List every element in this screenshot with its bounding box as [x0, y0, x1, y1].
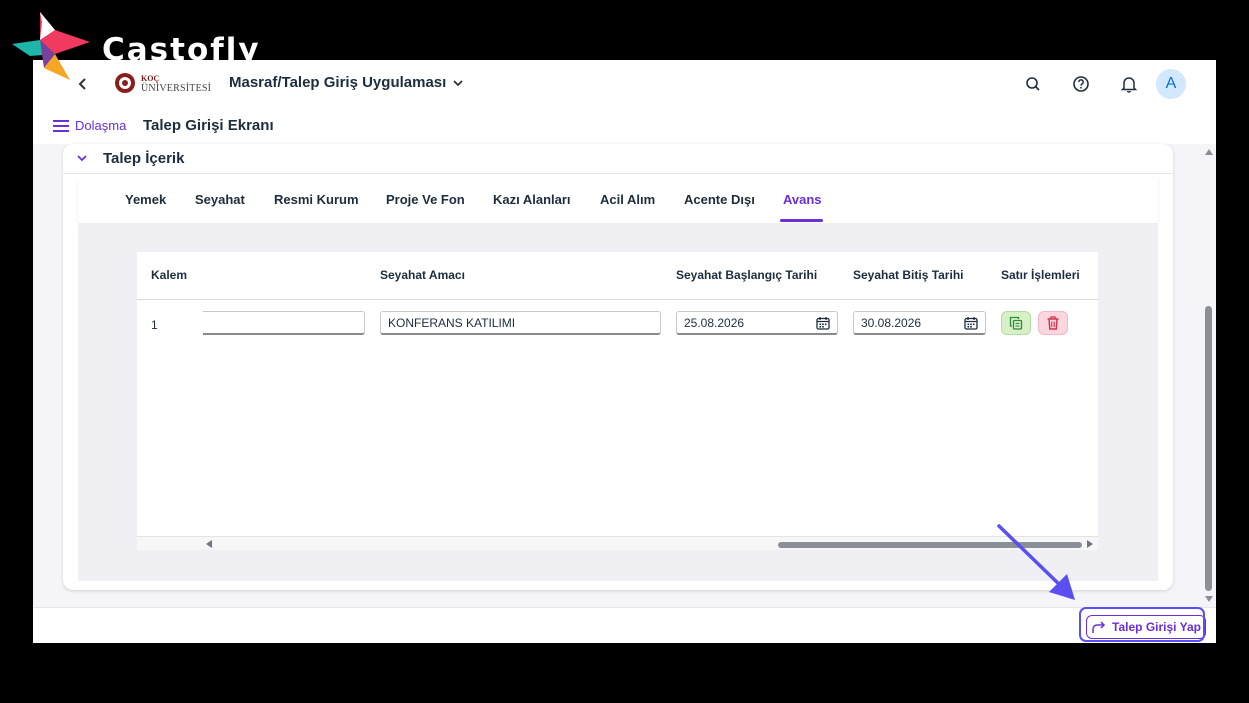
tab-acil-alim[interactable]: Acil Alım [600, 192, 655, 207]
panel-title: Talep İçerik [103, 150, 185, 167]
bitis-date-picker[interactable]: 30.08.2026 [853, 311, 986, 335]
hamburger-menu-icon [53, 119, 69, 132]
trash-icon [1047, 316, 1059, 330]
vertical-scroll-thumb[interactable] [1205, 306, 1212, 591]
panel-header[interactable]: Talep İçerik [63, 144, 1173, 174]
scroll-up-arrow-icon[interactable] [1204, 148, 1214, 156]
baslangic-date-value: 25.08.2026 [684, 315, 745, 330]
row-text-input[interactable] [203, 311, 365, 335]
navigation-label: Dolaşma [75, 118, 127, 133]
user-avatar[interactable]: A [1156, 69, 1186, 99]
tab-seyahat[interactable]: Seyahat [195, 192, 245, 207]
annotation-highlight-box [1079, 607, 1205, 642]
calendar-icon[interactable] [964, 316, 978, 330]
scroll-left-arrow-icon[interactable] [205, 539, 213, 549]
header-divider [137, 299, 1098, 300]
search-icon [1026, 77, 1040, 91]
bell-icon [1121, 77, 1137, 93]
page-title: Talep Girişi Ekranı [143, 117, 274, 134]
column-header-bitis-tarihi: Seyahat Bitiş Tarihi [853, 268, 964, 282]
tab-proje-ve-fon[interactable]: Proje Ve Fon [386, 192, 465, 207]
tab-kazi-alanlari[interactable]: Kazı Alanları [493, 192, 571, 207]
copy-icon [1009, 316, 1023, 330]
seyahat-amaci-input[interactable]: KONFERANS KATILIMI [380, 311, 661, 335]
tab-yemek[interactable]: Yemek [125, 192, 166, 207]
tab-acente-disi[interactable]: Acente Dışı [684, 192, 755, 207]
copy-row-button[interactable] [1001, 311, 1031, 335]
logo-uni-text: ÜNİVERSİTESİ [141, 83, 212, 94]
delete-row-button[interactable] [1038, 311, 1068, 335]
vertical-scrollbar[interactable] [1203, 144, 1216, 607]
tab-avans[interactable]: Avans [783, 192, 822, 207]
footer-toolbar: Talep Girişi Yap [33, 607, 1216, 643]
row-kalem-number: 1 [151, 318, 158, 332]
bitis-date-value: 30.08.2026 [861, 315, 922, 330]
castofly-logo-icon [12, 12, 90, 80]
notifications-button[interactable] [1118, 73, 1140, 95]
tab-resmi-kurum[interactable]: Resmi Kurum [274, 192, 359, 207]
calendar-icon[interactable] [816, 316, 830, 330]
column-header-seyahat-amaci: Seyahat Amacı [380, 268, 465, 282]
column-header-kalem: Kalem [151, 268, 188, 282]
castofly-watermark: Castofly [10, 10, 280, 82]
column-header-baslangic-tarihi: Seyahat Başlangıç Tarihi [676, 268, 818, 282]
search-button[interactable] [1022, 73, 1044, 95]
help-icon [1073, 76, 1089, 92]
help-button[interactable] [1070, 73, 1092, 95]
screen: Castofly KOÇ ÜNİVERSİTESİ Masraf/Talep G… [0, 0, 1249, 703]
scroll-right-arrow-icon[interactable] [1086, 539, 1094, 549]
annotation-arrow-icon [997, 524, 1075, 600]
chevron-down-icon[interactable] [75, 151, 89, 165]
seyahat-amaci-value: KONFERANS KATILIMI [388, 315, 516, 330]
castofly-wordmark: Castofly [102, 32, 261, 68]
baslangic-date-picker[interactable]: 25.08.2026 [676, 311, 838, 335]
navigation-toggle[interactable]: Dolaşma [53, 118, 126, 133]
horizontal-scrollbar[interactable] [137, 536, 1098, 550]
subheader: Dolaşma Talep Girişi Ekranı [33, 108, 1216, 144]
tab-bar: Yemek Seyahat Resmi Kurum Proje Ve Fon K… [78, 178, 1158, 223]
chevron-down-icon [453, 79, 463, 86]
avans-table: Kalem Seyahat Amacı Seyahat Başlangıç Ta… [137, 252, 1098, 550]
scroll-down-arrow-icon[interactable] [1204, 595, 1214, 603]
active-tab-indicator [780, 219, 823, 222]
column-header-satir-islemleri: Satır İşlemleri [1001, 268, 1080, 282]
